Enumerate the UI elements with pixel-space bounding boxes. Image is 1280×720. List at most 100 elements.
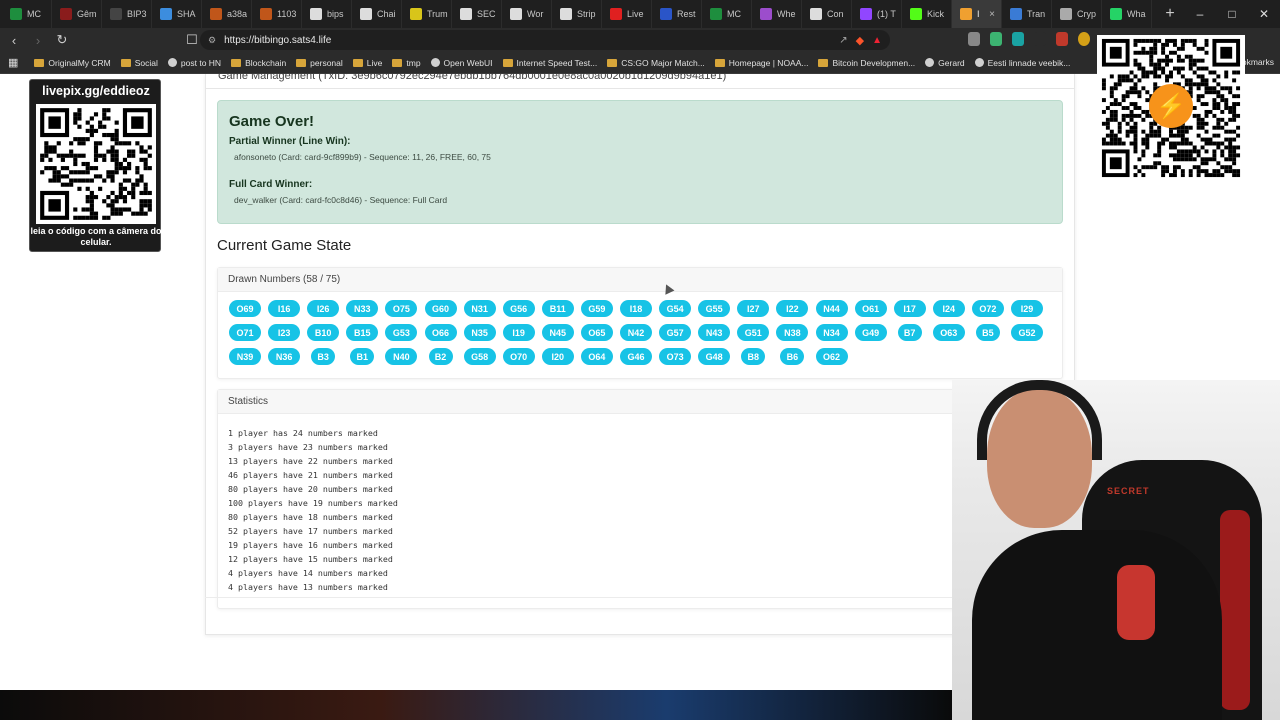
browser-tab[interactable]: BIP3 [102, 0, 152, 28]
browser-tab[interactable]: Trum [402, 0, 452, 28]
tab-label: Tran [1027, 9, 1046, 19]
bookmark-item[interactable]: Gerard [925, 57, 965, 68]
browser-tab[interactable]: 1103 [252, 0, 302, 28]
close-tab-icon[interactable]: × [989, 9, 995, 20]
browser-tab[interactable]: Wor [502, 0, 552, 28]
close-window-icon[interactable]: ✕ [1248, 0, 1280, 28]
browser-tab[interactable]: (1) T [852, 0, 902, 28]
share-icon[interactable]: ↗ [839, 35, 847, 46]
bookmark-icon[interactable]: ☐ [182, 30, 202, 50]
bookmark-item[interactable]: post to HN [167, 58, 221, 68]
folder-icon [502, 58, 513, 67]
tab-favicon-icon [1060, 8, 1072, 20]
brave-rewards-icon[interactable]: ▲ [872, 35, 882, 46]
browser-tab[interactable]: a38a [202, 0, 252, 28]
drawn-number-ball: N31 [463, 300, 496, 317]
tab-label: MC [727, 9, 741, 19]
statistic-line: 19 players have 16 numbers marked [228, 540, 393, 550]
bookmark-item[interactable]: Live [352, 58, 382, 68]
folder-icon [974, 58, 984, 67]
tab-label: a38a [227, 9, 248, 19]
browser-tab[interactable]: bips [302, 0, 352, 28]
microphone-icon [1117, 565, 1155, 640]
tab-favicon-icon [760, 8, 772, 20]
extension-icon[interactable] [968, 32, 980, 46]
bookmark-item[interactable]: Open WebUI [430, 58, 493, 68]
drawn-number-ball: I26 [307, 300, 340, 317]
back-icon[interactable]: ‹ [4, 30, 24, 50]
bookmark-label: CS:GO Major Match... [621, 57, 705, 68]
drawn-number-ball: O73 [659, 348, 692, 365]
drawn-number-ball: I17 [893, 300, 926, 317]
browser-tab[interactable]: Wha [1102, 0, 1152, 28]
browser-tab[interactable]: I × [952, 0, 1002, 28]
new-tab-button[interactable]: + [1160, 5, 1180, 23]
apps-icon[interactable]: ▦ [8, 56, 18, 69]
bookmark-label: personal [310, 57, 343, 68]
browser-tab[interactable]: Tran [1002, 0, 1052, 28]
browser-tab[interactable]: Kick [902, 0, 952, 28]
brave-shields-icon[interactable]: ◆ [856, 34, 864, 47]
tab-label: (1) T [877, 9, 896, 19]
browser-tab[interactable]: SEC [452, 0, 502, 28]
bookmark-item[interactable]: OriginalMy CRM [34, 58, 111, 68]
folder-icon [167, 58, 177, 67]
forward-icon[interactable]: › [28, 30, 48, 50]
browser-tab[interactable]: MC [702, 0, 752, 28]
maximize-icon[interactable]: □ [1216, 0, 1248, 28]
bookmark-item[interactable]: Blockchain [231, 58, 286, 68]
browser-tab[interactable]: Cryp [1052, 0, 1102, 28]
browser-tab[interactable]: Strip [552, 0, 602, 28]
tab-favicon-icon [160, 8, 172, 20]
browser-tab[interactable]: Chai [352, 0, 402, 28]
extension-icon[interactable] [1034, 32, 1046, 46]
bookmark-item[interactable]: tmp [392, 58, 421, 68]
all-bookmarks-link[interactable]: okmarks [1242, 57, 1274, 67]
bookmark-item[interactable]: Eesti linnade veebik... [974, 58, 1070, 68]
browser-tab[interactable]: Whe [752, 0, 802, 28]
statistic-line: 4 players have 14 numbers marked [228, 568, 388, 578]
drawn-number-ball: B15 [346, 324, 379, 341]
bookmark-item[interactable]: Bitcoin Developmen... [818, 58, 915, 68]
address-bar[interactable]: ⚙ https://bitbingo.sats4.life ↗ ◆ ▲ [200, 30, 890, 50]
tab-label: Gêm [77, 9, 97, 19]
browser-tab[interactable]: Gêm [52, 0, 102, 28]
tab-favicon-icon [1110, 8, 1122, 20]
minimize-icon[interactable]: – [1184, 0, 1216, 28]
statistic-line: 13 players have 22 numbers marked [228, 456, 393, 466]
drawn-number-ball: G46 [620, 348, 652, 365]
extension-icon[interactable] [1056, 32, 1068, 46]
url-text: https://bitbingo.sats4.life [224, 34, 332, 46]
bookmark-item[interactable]: Homepage | NOAA... [714, 58, 808, 68]
drawn-number-ball: B7 [897, 324, 922, 341]
folder-icon [34, 58, 45, 67]
browser-tab[interactable]: MC [2, 0, 52, 28]
tab-favicon-icon [660, 8, 672, 20]
extension-icon[interactable] [1078, 32, 1090, 46]
bookmark-item[interactable]: Internet Speed Test... [502, 57, 598, 68]
browser-tab[interactable]: Con [802, 0, 852, 28]
tab-label: MC [27, 9, 41, 19]
divider [205, 597, 1075, 598]
bookmark-item[interactable]: Social [120, 57, 158, 68]
drawn-number-ball: O70 [502, 348, 535, 365]
site-info-icon[interactable]: ⚙ [208, 35, 216, 46]
reload-icon[interactable]: ↻ [52, 30, 72, 50]
bookmarks-list: OriginalMy CRM Social post to HN Blockchain… [34, 58, 1070, 68]
extension-icon[interactable] [990, 32, 1002, 46]
bookmark-label: Internet Speed Test... [516, 57, 598, 68]
game-over-alert: Game Over! Partial Winner (Line Win): af… [217, 100, 1063, 224]
bookmark-label: Gerard [938, 57, 965, 68]
bookmarks-bar: ▦ OriginalMy CRM Social post to HN Blockcha… [0, 52, 1280, 74]
bookmark-item[interactable]: CS:GO Major Match... [607, 58, 705, 68]
bookmark-item[interactable]: personal [296, 58, 343, 68]
browser-tab[interactable]: SHA [152, 0, 202, 28]
browser-tab[interactable]: Live [602, 0, 652, 28]
tab-favicon-icon [610, 8, 622, 20]
browser-tab[interactable]: Rest [652, 0, 702, 28]
drawn-number-ball: I22 [776, 300, 809, 317]
drawn-number-ball: N43 [698, 324, 731, 341]
extension-icon[interactable] [1012, 32, 1024, 46]
bookmark-label: Social [134, 57, 158, 68]
tab-label: BIP3 [127, 9, 147, 19]
